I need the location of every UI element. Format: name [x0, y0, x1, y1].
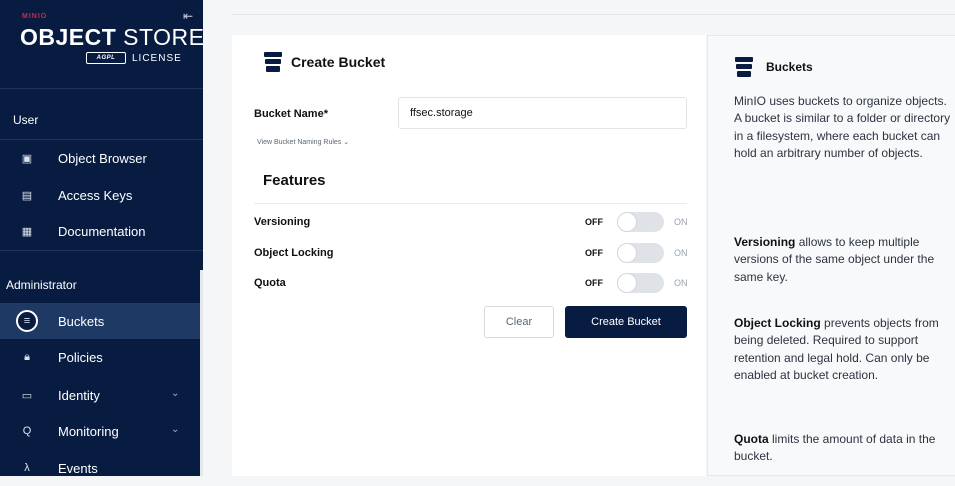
help-object-locking: Object Locking prevents objects from bei… — [734, 316, 939, 382]
clear-button[interactable]: Clear — [484, 306, 554, 338]
toggle-knob — [617, 212, 637, 232]
sidebar-item-object-browser[interactable]: ▣ Object Browser — [0, 140, 200, 176]
quota-toggle[interactable] — [617, 273, 664, 293]
access-keys-icon: ▤ — [21, 189, 33, 202]
sidebar-divider — [0, 88, 203, 89]
sidebar-section-user: User — [13, 113, 39, 127]
help-quota: Quota limits the amount of data in the b… — [734, 432, 936, 464]
help-title-text: Buckets — [766, 60, 813, 74]
toggle-knob — [617, 273, 637, 293]
features-heading: Features — [263, 172, 326, 189]
page-header-divider — [232, 14, 955, 15]
toggle-on-label: ON — [674, 278, 688, 288]
feature-row-object-locking: Object Locking OFF ON — [254, 242, 688, 264]
monitoring-icon: Q — [22, 425, 32, 437]
feature-row-versioning: Versioning OFF ON — [254, 211, 688, 233]
help-title: Buckets — [735, 57, 813, 77]
features-divider — [254, 203, 687, 204]
sidebar-section-administrator: Administrator — [6, 278, 77, 292]
help-intro: MinIO uses buckets to organize objects. … — [734, 94, 951, 160]
collapse-left-icon[interactable]: ⇤ — [183, 9, 193, 23]
sidebar-item-documentation[interactable]: ▦ Documentation — [0, 213, 200, 249]
identity-icon: ▭ — [21, 389, 33, 402]
sidebar-item-label: Policies — [58, 349, 103, 365]
license-badge: AGPL LICENSE — [86, 52, 182, 64]
policies-icon: 🔒︎ — [24, 350, 30, 363]
sidebar-item-label: Object Browser — [58, 150, 147, 166]
sidebar-item-label: Buckets — [58, 313, 105, 329]
help-panel: Buckets MinIO uses buckets to organize o… — [707, 35, 955, 476]
form-title: Create Bucket — [264, 52, 385, 72]
sidebar-item-events[interactable]: λ Events — [0, 450, 200, 486]
form-title-text: Create Bucket — [291, 54, 386, 70]
license-label: LICENSE — [132, 52, 182, 64]
bucket-icon — [735, 57, 753, 77]
events-icon: λ — [24, 462, 30, 474]
naming-rules-link[interactable]: View Bucket Naming Rules ⌄ — [257, 138, 349, 146]
sidebar-scrollbar[interactable] — [200, 270, 203, 476]
toggle-knob — [617, 243, 637, 263]
sidebar: MINIO ⇤ OBJECT STORE AGPL LICENSE User ▣… — [0, 0, 205, 476]
sidebar-item-buckets[interactable]: ≡ Buckets — [0, 303, 200, 339]
object-locking-toggle[interactable] — [617, 243, 664, 263]
minio-logo-text: MINIO — [22, 13, 48, 20]
toggle-on-label: ON — [674, 217, 688, 227]
sidebar-divider — [0, 250, 203, 251]
help-versioning: Versioning allows to keep multiple versi… — [734, 235, 935, 284]
object-browser-icon: ▣ — [21, 152, 33, 165]
bucket-name-label: Bucket Name* — [254, 108, 328, 120]
toggle-off-label: OFF — [585, 248, 603, 258]
create-bucket-form: Create Bucket Bucket Name* ffsec.storage… — [232, 35, 706, 476]
toggle-on-label: ON — [674, 248, 688, 258]
sidebar-item-identity[interactable]: ▭ Identity ⌄ — [0, 377, 200, 413]
toggle-off-label: OFF — [585, 217, 603, 227]
object-store-logo: OBJECT STORE — [20, 24, 205, 50]
sidebar-item-policies[interactable]: 🔒︎ Policies — [0, 339, 200, 375]
chevron-down-icon: ⌄ — [171, 424, 180, 435]
buckets-icon: ≡ — [16, 310, 38, 332]
create-bucket-button[interactable]: Create Bucket — [565, 306, 687, 338]
sidebar-item-label: Events — [58, 460, 98, 476]
versioning-toggle[interactable] — [617, 212, 664, 232]
sidebar-item-label: Monitoring — [58, 423, 119, 439]
toggle-off-label: OFF — [585, 278, 603, 288]
quota-label: Quota — [254, 277, 286, 289]
versioning-label: Versioning — [254, 216, 311, 228]
sidebar-item-monitoring[interactable]: Q Monitoring ⌄ — [0, 413, 200, 449]
bucket-icon — [264, 52, 282, 72]
documentation-icon: ▦ — [21, 225, 33, 238]
sidebar-item-access-keys[interactable]: ▤ Access Keys — [0, 177, 200, 213]
chevron-down-icon: ⌄ — [171, 388, 180, 399]
sidebar-item-label: Documentation — [58, 223, 146, 239]
agpl-logo-icon: AGPL — [86, 52, 126, 64]
feature-row-quota: Quota OFF ON — [254, 272, 688, 294]
bucket-name-input[interactable]: ffsec.storage — [398, 97, 687, 129]
object-locking-label: Object Locking — [254, 247, 334, 259]
sidebar-item-label: Access Keys — [58, 187, 133, 203]
sidebar-item-label: Identity — [58, 387, 100, 403]
